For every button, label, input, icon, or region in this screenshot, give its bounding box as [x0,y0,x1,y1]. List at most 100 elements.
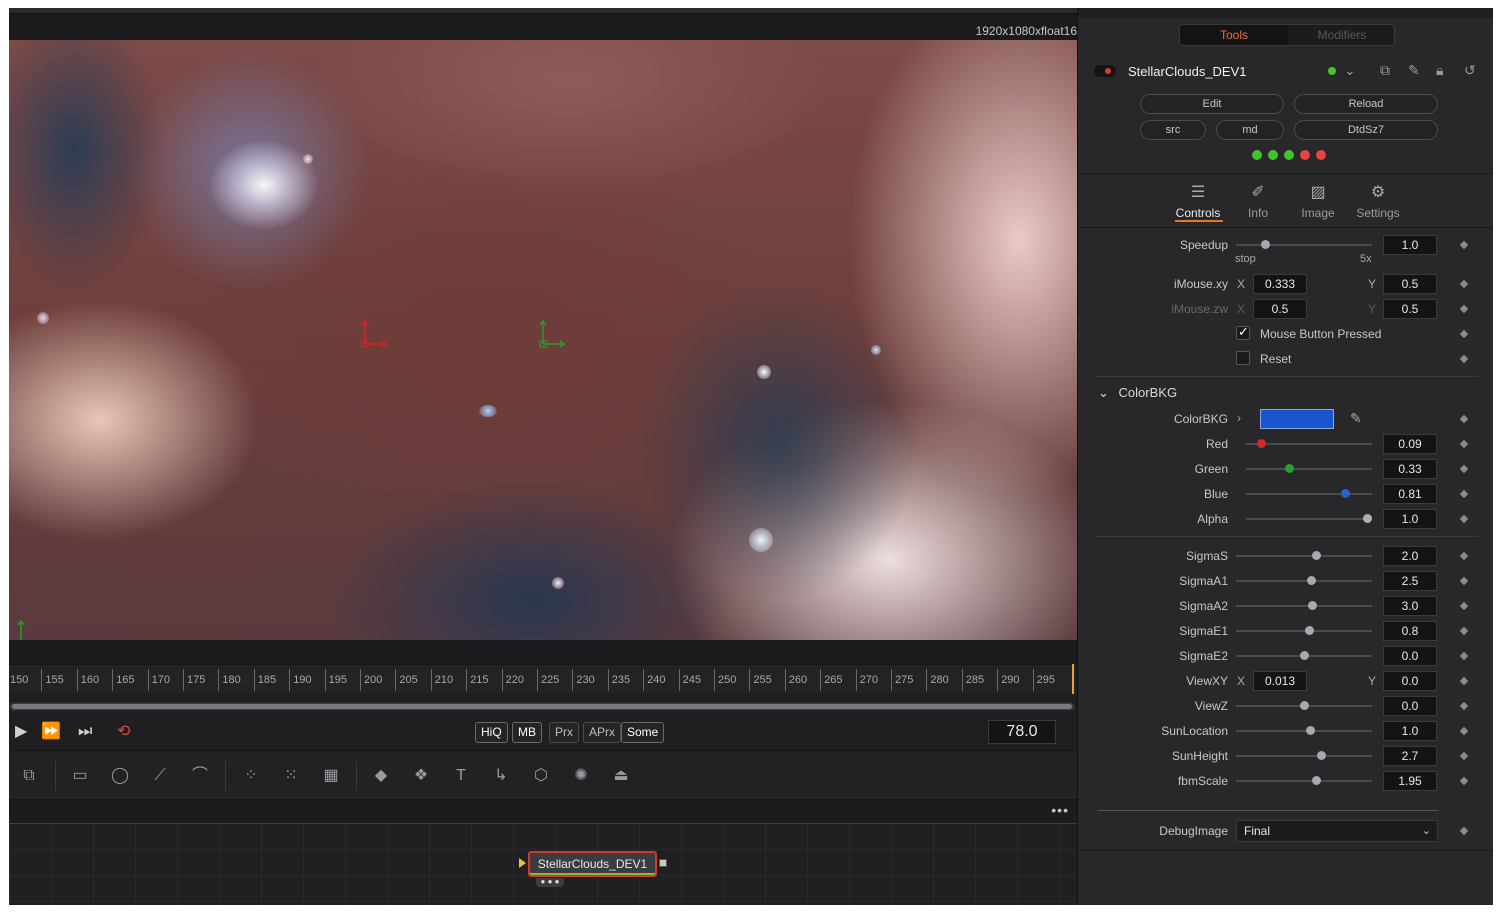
slider-knob[interactable] [1308,601,1318,610]
loop-icon[interactable]: ⟲ [117,724,130,740]
keyframe-diamond-icon[interactable] [1459,776,1469,786]
fbmscale-slider[interactable] [1236,776,1372,785]
green-slider[interactable] [1246,464,1372,473]
src-button[interactable]: src [1140,120,1206,140]
slider-knob[interactable] [1340,489,1350,498]
prx-button[interactable]: Prx [549,722,579,743]
imouse-y-field[interactable]: 0.5 [1383,274,1437,294]
tab-modifiers[interactable]: Modifiers [1288,25,1394,45]
viewz-field[interactable]: 0.0 [1383,696,1437,716]
keyframe-diamond-icon[interactable] [1459,464,1469,474]
fbmscale-field[interactable]: 1.95 [1383,771,1437,791]
eyedropper-icon[interactable]: ✎ [1350,410,1362,427]
keyframe-diamond-icon[interactable] [1459,726,1469,736]
reload-button[interactable]: Reload [1294,94,1438,114]
sunheight-field[interactable]: 2.7 [1383,746,1437,766]
keyframe-diamond-icon[interactable] [1459,514,1469,524]
keyframe-diamond-icon[interactable] [1459,601,1469,611]
keyframe-diamond-icon[interactable] [1459,651,1469,661]
playhead[interactable] [1072,664,1074,694]
reset-icon[interactable]: ↺ [1464,62,1476,79]
keyframe-diamond-icon[interactable] [1459,354,1469,364]
node-enable-toggle[interactable] [1094,65,1116,77]
node-input-triangle[interactable] [519,858,526,868]
particle-style-icon[interactable]: ▦ [319,765,343,787]
blue-slider[interactable] [1246,489,1372,498]
tab-info[interactable]: ✐ Info [1228,182,1288,220]
transform-icon[interactable]: ⧉ [17,765,41,787]
tab-controls[interactable]: ☰ Controls [1168,182,1228,220]
viewer-canvas[interactable] [9,40,1077,640]
node-flow-area[interactable]: StellarClouds_DEV1 ● ● ● [9,824,1077,905]
keyframe-diamond-icon[interactable] [1459,304,1469,314]
sigmae2-field[interactable]: 0.0 [1383,646,1437,666]
slider-knob[interactable] [1317,751,1327,760]
red-slider[interactable] [1246,439,1372,448]
green-transform-gizmo[interactable] [535,318,565,348]
light-3d-icon[interactable]: ✺ [569,765,593,787]
image-plane-icon[interactable]: ⏏ [609,765,633,787]
group-colorbkg-header[interactable]: ⌄ ColorBKG [1098,385,1177,401]
sigmaa1-slider[interactable] [1236,576,1372,585]
lock-icon[interactable]: 🔒︎ [1436,62,1443,79]
slider-knob[interactable] [1363,514,1372,523]
keyframe-diamond-icon[interactable] [1459,701,1469,711]
viewx-field[interactable]: 0.013 [1253,671,1307,691]
camera-3d-icon[interactable]: ↳ [489,765,513,787]
slider-knob[interactable] [1304,626,1314,635]
sunheight-slider[interactable] [1236,751,1372,760]
sigmae2-slider[interactable] [1236,651,1372,660]
node-options-icon[interactable]: ● ● ● [536,878,564,887]
keyframe-diamond-icon[interactable] [1459,489,1469,499]
keyframe-diamond-icon[interactable] [1459,439,1469,449]
alpha-field[interactable]: 1.0 [1383,509,1437,529]
imouse-z-field[interactable]: 0.5 [1253,299,1307,319]
slider-knob[interactable] [1299,651,1309,660]
sunlocation-field[interactable]: 1.0 [1383,721,1437,741]
node-stellarclouds[interactable]: StellarClouds_DEV1 [528,851,657,877]
sigmaa2-slider[interactable] [1236,601,1372,610]
sigmaa2-field[interactable]: 3.0 [1383,596,1437,616]
color-swatch[interactable] [1260,409,1334,429]
slider-knob[interactable] [1305,726,1315,735]
sigmae1-slider[interactable] [1236,626,1372,635]
debugimage-dropdown[interactable]: Final ⌄ [1236,820,1438,842]
imouse-x-field[interactable]: 0.333 [1253,274,1307,294]
green-field[interactable]: 0.33 [1383,459,1437,479]
particle-render-icon[interactable]: ⁙ [279,765,303,787]
keyframe-diamond-icon[interactable] [1459,329,1469,339]
chevron-down-icon[interactable]: ⌄ [1344,62,1356,79]
rectangle-mask-icon[interactable]: ▭ [68,765,92,787]
keyframe-diamond-icon[interactable] [1459,751,1469,761]
particle-emitter-icon[interactable]: ⁘ [239,765,263,787]
keyframe-diamond-icon[interactable] [1459,279,1469,289]
keyframe-diamond-icon[interactable] [1459,826,1469,836]
sunlocation-slider[interactable] [1236,726,1372,735]
merge-3d-icon[interactable]: ❖ [409,765,433,787]
keyframe-diamond-icon[interactable] [1459,676,1469,686]
tab-settings[interactable]: ⚙ Settings [1348,182,1408,220]
keyframe-diamond-icon[interactable] [1459,240,1469,250]
some-button[interactable]: Some [621,722,665,743]
render-3d-icon[interactable]: ⬡ [529,765,553,787]
mb-button[interactable]: MB [512,722,542,743]
tab-image[interactable]: ▨ Image [1288,182,1348,220]
keyframe-diamond-icon[interactable] [1459,626,1469,636]
current-frame-field[interactable]: 78.0 [988,720,1056,744]
red-transform-gizmo[interactable] [357,318,387,348]
slider-knob[interactable] [1312,551,1322,560]
timeline-ruler[interactable]: 150 155 160 165 170 175 180 185 190 195 200 205 210 2… [9,664,1077,694]
keyframe-diamond-icon[interactable] [1459,414,1469,424]
blue-field[interactable]: 0.81 [1383,484,1437,504]
mouse-button-checkbox[interactable] [1236,324,1250,340]
skip-end-icon[interactable]: ⏭ [78,724,92,740]
slider-knob[interactable] [1261,240,1271,249]
slider-knob[interactable] [1256,439,1266,448]
viewz-slider[interactable] [1236,701,1372,710]
alpha-slider[interactable] [1246,514,1372,523]
ellipse-mask-icon[interactable]: ◯ [108,765,132,787]
tab-tools[interactable]: Tools [1180,25,1288,45]
imouse-w-field[interactable]: 0.5 [1383,299,1437,319]
aprx-button[interactable]: APrx [583,722,622,743]
fast-forward-icon[interactable]: ⏩ [41,724,61,740]
